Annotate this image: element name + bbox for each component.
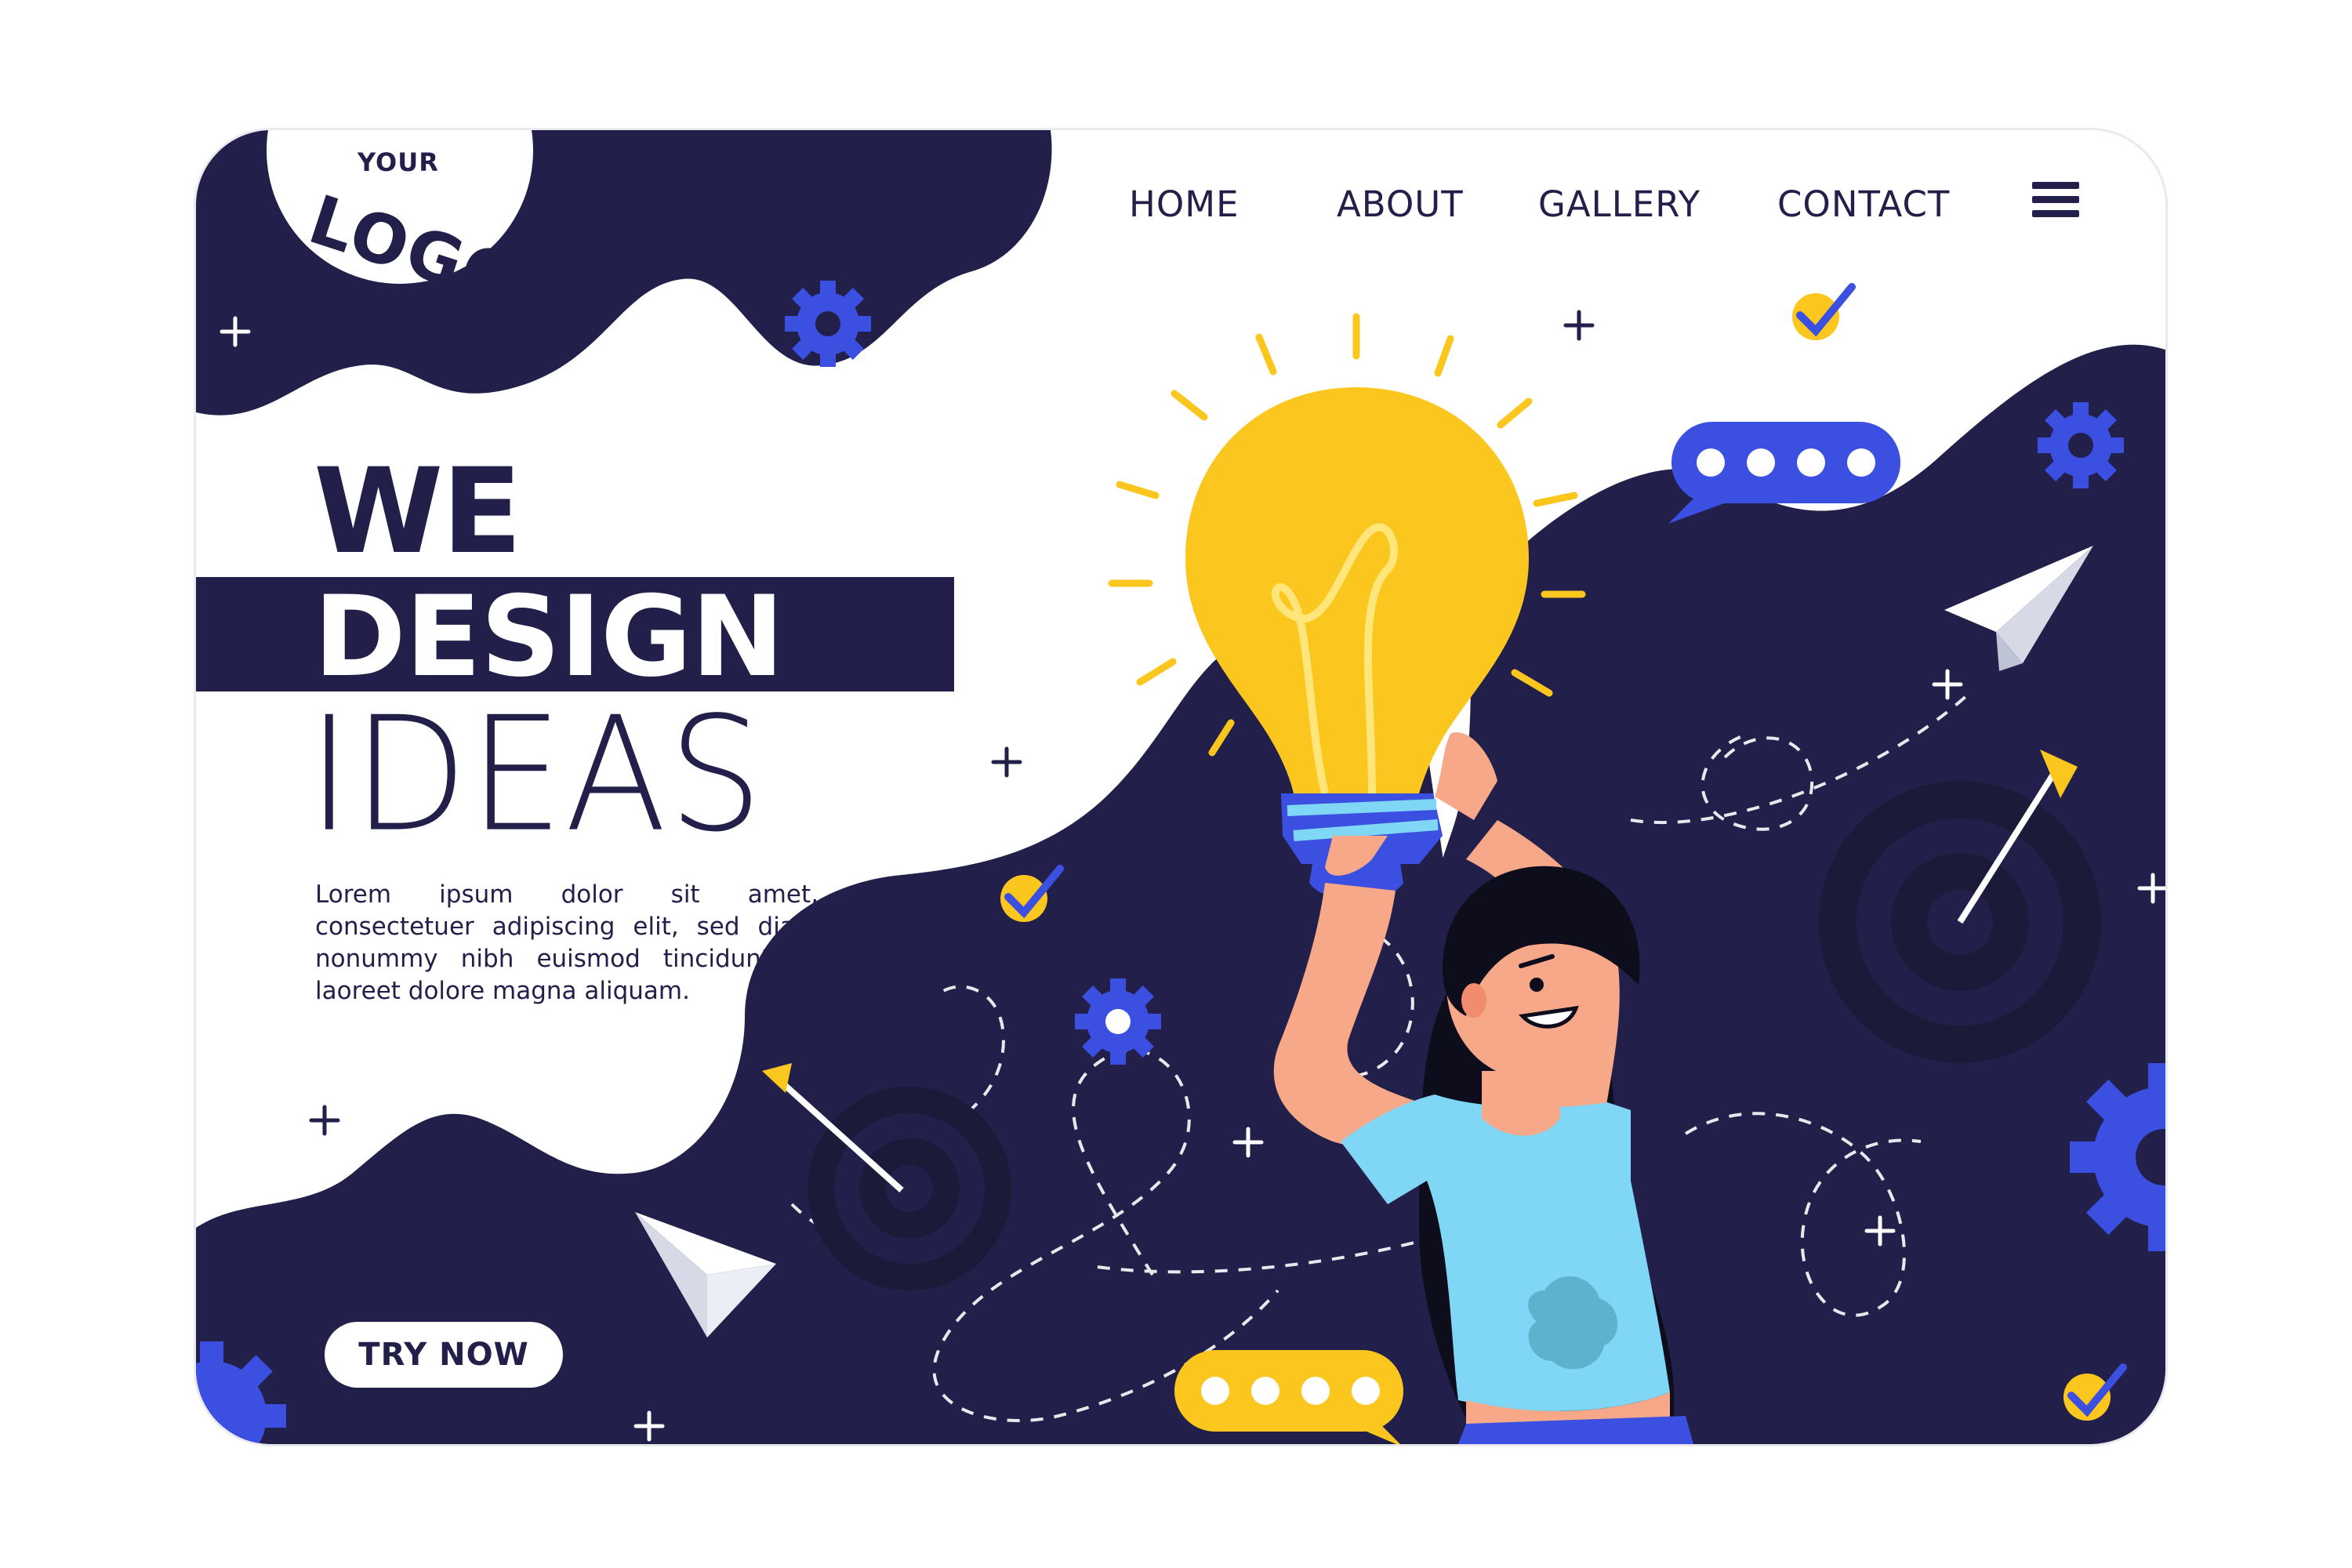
nav-about-link[interactable]: ABOUT [1337,183,1464,225]
menu-line [2032,182,2079,189]
hero-heading-line2: DESIGN [314,572,784,702]
menu-line [2032,196,2079,203]
landing-page-card: YOUR LOGO HOME ABOUT GALLERY CONTACT WE … [196,130,2165,1444]
hero-heading-line1: WE [314,444,522,580]
try-now-button[interactable]: TRY NOW [325,1322,563,1388]
gear-icon [1075,978,1161,1065]
nav-home-link[interactable]: HOME [1129,183,1240,225]
nav-gallery-link[interactable]: GALLERY [1538,183,1700,225]
hamburger-menu-icon[interactable] [2032,182,2079,221]
chat-bubble-icon [1174,1350,1403,1444]
logo-text-top: YOUR [358,147,439,177]
checkmark-badge-icon [1792,283,1856,340]
gear-icon [785,281,871,367]
menu-line [2032,210,2079,217]
nav-contact-link[interactable]: CONTACT [1777,183,1950,225]
hero-description: Lorem ipsum dolor sit amet, consectetuer… [315,880,818,1005]
hero-heading-line3: IDEAS [307,683,764,867]
gear-icon [2038,402,2124,488]
